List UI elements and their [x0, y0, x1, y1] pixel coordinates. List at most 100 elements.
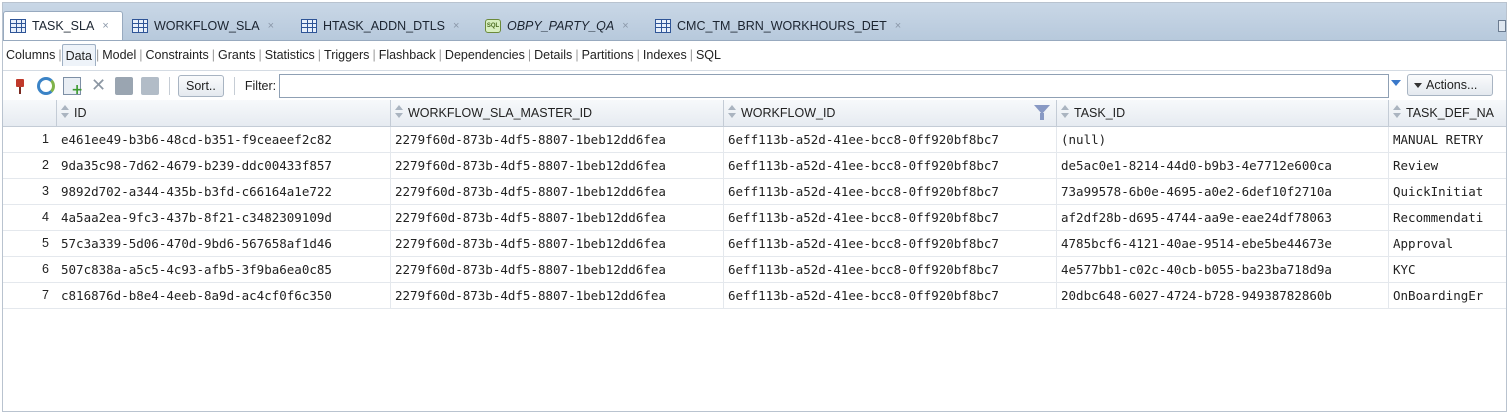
cell-workflow-sla-master-id[interactable]: 2279f60d-873b-4df5-8807-1beb12dd6fea	[391, 257, 724, 283]
table-row[interactable]: 2 9da35c98-7d62-4679-b239-ddc00433f857 2…	[3, 153, 1506, 179]
cell-workflow-sla-master-id[interactable]: 2279f60d-873b-4df5-8807-1beb12dd6fea	[391, 205, 724, 231]
subtab-constraints[interactable]: Constraints	[143, 44, 212, 66]
subtab-data[interactable]: Data	[61, 44, 96, 66]
cell-task-def-name[interactable]: OnBoardingEr	[1389, 283, 1506, 309]
cell-task-id[interactable]: (null)	[1057, 127, 1389, 153]
table-row[interactable]: 6 507c838a-a5c5-4c93-afb5-3f9ba6ea0c85 2…	[3, 257, 1506, 283]
cell-task-id[interactable]: 4e577bb1-c02c-40cb-b055-ba23ba718d9a	[1057, 257, 1389, 283]
cell-workflow-id[interactable]: 6eff113b-a52d-41ee-bcc8-0ff920bf8bc7	[724, 283, 1057, 309]
subtab-columns[interactable]: Columns	[3, 44, 58, 66]
table-row[interactable]: 1 e461ee49-b3b6-48cd-b351-f9ceaeef2c82 2…	[3, 127, 1506, 153]
cell-id[interactable]: c816876d-b8e4-4eeb-8a9d-ac4cf0f6c350	[57, 283, 391, 309]
cell-workflow-sla-master-id[interactable]: 2279f60d-873b-4df5-8807-1beb12dd6fea	[391, 153, 724, 179]
subtab-flashback[interactable]: Flashback	[376, 44, 439, 66]
sort-icon[interactable]	[61, 105, 70, 119]
subtab-details[interactable]: Details	[531, 44, 575, 66]
tab-obpy-party-qa[interactable]: SQL OBPY_PARTY_QA ×	[479, 12, 647, 39]
tab-task-sla[interactable]: TASK_SLA ×	[3, 11, 123, 40]
close-icon[interactable]: ×	[268, 20, 274, 32]
delete-row-icon[interactable]	[89, 75, 107, 96]
close-icon[interactable]: ×	[453, 20, 459, 32]
commit-icon[interactable]	[115, 76, 133, 95]
table-row[interactable]: 7 c816876d-b8e4-4eeb-8a9d-ac4cf0f6c350 2…	[3, 283, 1506, 309]
cell-workflow-sla-master-id[interactable]: 2279f60d-873b-4df5-8807-1beb12dd6fea	[391, 179, 724, 205]
cell-workflow-sla-master-id[interactable]: 2279f60d-873b-4df5-8807-1beb12dd6fea	[391, 127, 724, 153]
row-number: 3	[42, 184, 49, 198]
cell-workflow-sla-master-id[interactable]: 2279f60d-873b-4df5-8807-1beb12dd6fea	[391, 283, 724, 309]
cell-task-def-name[interactable]: KYC	[1389, 257, 1506, 283]
tab-label: TASK_SLA	[32, 19, 95, 33]
cell-id[interactable]: 9892d702-a344-435b-b3fd-c66164a1e722	[57, 179, 391, 205]
tab-label: OBPY_PARTY_QA	[507, 18, 615, 33]
row-number-header	[3, 100, 57, 127]
actions-button[interactable]: Actions...	[1407, 74, 1493, 96]
close-icon[interactable]: ×	[622, 20, 628, 32]
table-row[interactable]: 3 9892d702-a344-435b-b3fd-c66164a1e722 2…	[3, 179, 1506, 205]
column-header-workflow-id[interactable]: WORKFLOW_ID	[724, 100, 1057, 127]
subtab-indexes[interactable]: Indexes	[640, 44, 690, 66]
cell-task-id[interactable]: 20dbc648-6027-4724-b728-94938782860b	[1057, 283, 1389, 309]
subtab-model[interactable]: Model	[99, 44, 139, 66]
table-grid-icon	[132, 18, 148, 33]
table-row[interactable]: 4 4a5aa2ea-9fc3-437b-8f21-c3482309109d 2…	[3, 205, 1506, 231]
row-number: 2	[42, 158, 49, 172]
cell-workflow-id[interactable]: 6eff113b-a52d-41ee-bcc8-0ff920bf8bc7	[724, 127, 1057, 153]
tab-htask-addn-dtls[interactable]: HTASK_ADDN_DTLS ×	[295, 12, 475, 39]
cell-task-def-name[interactable]: Approval	[1389, 231, 1506, 257]
close-icon[interactable]: ×	[895, 20, 901, 32]
subtab-partitions[interactable]: Partitions	[579, 44, 637, 66]
cell-workflow-id[interactable]: 6eff113b-a52d-41ee-bcc8-0ff920bf8bc7	[724, 179, 1057, 205]
tab-label: CMC_TM_BRN_WORKHOURS_DET	[677, 18, 887, 33]
pin-icon[interactable]	[11, 77, 29, 95]
cell-task-def-name[interactable]: Recommendati	[1389, 205, 1506, 231]
cell-task-id[interactable]: 73a99578-6b0e-4695-a0e2-6def10f2710a	[1057, 179, 1389, 205]
cell-workflow-id[interactable]: 6eff113b-a52d-41ee-bcc8-0ff920bf8bc7	[724, 257, 1057, 283]
cell-id[interactable]: 507c838a-a5c5-4c93-afb5-3f9ba6ea0c85	[57, 257, 391, 283]
filter-dropdown-icon[interactable]	[1391, 80, 1401, 86]
sort-icon[interactable]	[395, 105, 404, 119]
subtab-grants[interactable]: Grants	[215, 44, 259, 66]
cell-task-def-name[interactable]: MANUAL RETRY	[1389, 127, 1506, 153]
sort-icon[interactable]	[1061, 105, 1070, 119]
caret-down-icon	[1414, 83, 1422, 89]
table-row[interactable]: 5 57c3a339-5d06-470d-9bd6-567658af1d46 2…	[3, 231, 1506, 257]
cell-id[interactable]: 9da35c98-7d62-4679-b239-ddc00433f857	[57, 153, 391, 179]
cell-workflow-id[interactable]: 6eff113b-a52d-41ee-bcc8-0ff920bf8bc7	[724, 153, 1057, 179]
subtab-sql[interactable]: SQL	[693, 44, 724, 66]
cell-task-id[interactable]: 4785bcf6-4121-40ae-9514-ebe5be44673e	[1057, 231, 1389, 257]
column-header-task-id[interactable]: TASK_ID	[1057, 100, 1389, 127]
cell-task-def-name[interactable]: Review	[1389, 153, 1506, 179]
column-header-workflow-sla-master-id[interactable]: WORKFLOW_SLA_MASTER_ID	[391, 100, 724, 127]
cell-workflow-id[interactable]: 6eff113b-a52d-41ee-bcc8-0ff920bf8bc7	[724, 231, 1057, 257]
toolbar-separator	[233, 76, 235, 95]
cell-task-id[interactable]: af2df28b-d695-4744-aa9e-eae24df78063	[1057, 205, 1389, 231]
column-header-id[interactable]: ID	[57, 100, 391, 127]
filter-input[interactable]	[279, 73, 1390, 98]
sort-button[interactable]: Sort..	[178, 74, 224, 97]
table-editor-window: TASK_SLA × WORKFLOW_SLA × HTASK_ADDN_DTL…	[2, 2, 1507, 412]
close-icon[interactable]: ×	[102, 20, 108, 32]
filter-funnel-icon[interactable]	[1033, 104, 1051, 122]
tab-list-icon[interactable]	[1498, 20, 1506, 32]
tab-workflow-sla[interactable]: WORKFLOW_SLA ×	[126, 12, 292, 39]
column-header-label: WORKFLOW_ID	[741, 106, 836, 120]
cell-workflow-sla-master-id[interactable]: 2279f60d-873b-4df5-8807-1beb12dd6fea	[391, 231, 724, 257]
subtab-triggers[interactable]: Triggers	[321, 44, 372, 66]
column-header-label: TASK_DEF_NA	[1406, 106, 1494, 120]
refresh-icon[interactable]	[37, 76, 55, 95]
rollback-icon[interactable]	[141, 76, 159, 95]
sort-icon[interactable]	[1393, 105, 1402, 119]
tab-cmc-tm-brn-workhours-det[interactable]: CMC_TM_BRN_WORKHOURS_DET ×	[649, 12, 919, 39]
insert-row-icon[interactable]	[63, 76, 83, 98]
data-toolbar: Sort.. Filter: Actions...	[3, 70, 1506, 100]
cell-id[interactable]: 57c3a339-5d06-470d-9bd6-567658af1d46	[57, 231, 391, 257]
cell-id[interactable]: 4a5aa2ea-9fc3-437b-8f21-c3482309109d	[57, 205, 391, 231]
cell-task-def-name[interactable]: QuickInitiat	[1389, 179, 1506, 205]
cell-workflow-id[interactable]: 6eff113b-a52d-41ee-bcc8-0ff920bf8bc7	[724, 205, 1057, 231]
subtab-dependencies[interactable]: Dependencies	[442, 44, 528, 66]
cell-task-id[interactable]: de5ac0e1-8214-44d0-b9b3-4e7712e600ca	[1057, 153, 1389, 179]
column-header-task-def-name[interactable]: TASK_DEF_NA	[1389, 100, 1506, 127]
sort-icon[interactable]	[728, 105, 737, 119]
cell-id[interactable]: e461ee49-b3b6-48cd-b351-f9ceaeef2c82	[57, 127, 391, 153]
subtab-statistics[interactable]: Statistics	[262, 44, 318, 66]
